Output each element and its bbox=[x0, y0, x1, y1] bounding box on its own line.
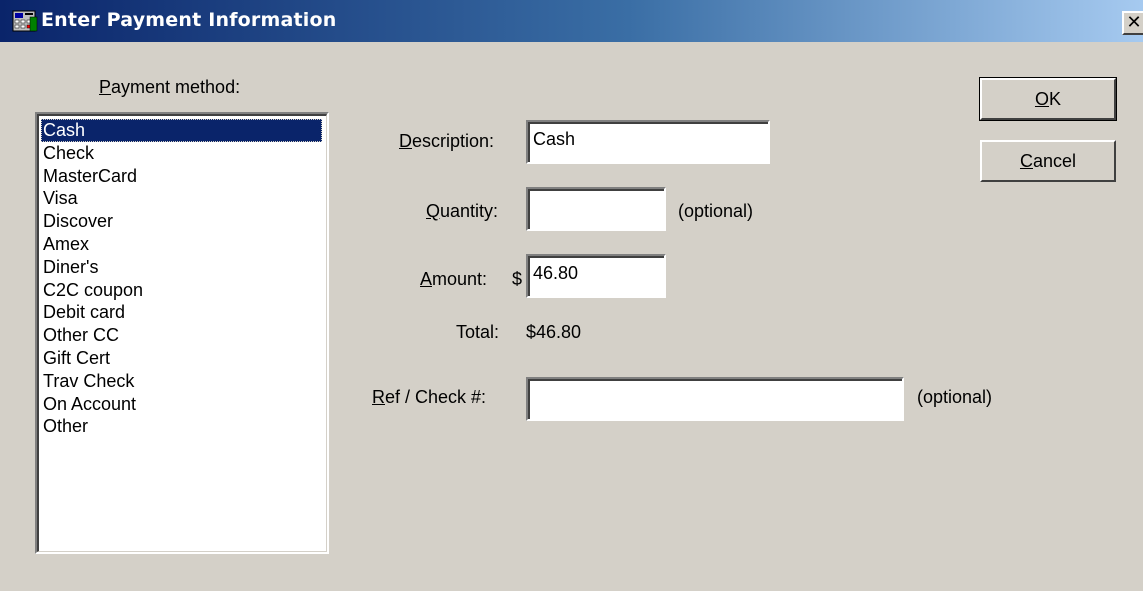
quantity-optional-hint: (optional) bbox=[678, 201, 754, 221]
register-app-icon bbox=[12, 10, 38, 32]
cancel-button-label: Cancel bbox=[982, 142, 1114, 180]
window-title: Enter Payment Information bbox=[41, 9, 337, 31]
description-value: Cash bbox=[528, 122, 768, 162]
payment-method-accel: P bbox=[99, 77, 112, 97]
description-label-text: escription: bbox=[412, 131, 495, 151]
ok-button[interactable]: OK bbox=[979, 77, 1117, 121]
list-item[interactable]: Visa bbox=[39, 187, 326, 210]
cancel-label-accel: C bbox=[1019, 151, 1033, 171]
list-item[interactable]: Other bbox=[39, 415, 326, 438]
description-accel: D bbox=[399, 131, 412, 151]
title-bar: Enter Payment Information ✕ bbox=[0, 0, 1143, 42]
ok-label-accel: O bbox=[1034, 89, 1049, 109]
list-item[interactable]: Diner's bbox=[39, 256, 326, 279]
quantity-field[interactable] bbox=[526, 187, 666, 231]
payment-method-label-text: ayment method: bbox=[111, 77, 241, 97]
list-item[interactable]: C2C coupon bbox=[39, 279, 326, 302]
quantity-label-text: uantity: bbox=[440, 201, 499, 221]
amount-currency: $ bbox=[512, 269, 523, 289]
payment-method-list[interactable]: Cash Check MasterCard Visa Discover Amex Diner… bbox=[35, 112, 329, 554]
list-item[interactable]: MasterCard bbox=[39, 165, 326, 188]
ok-button-label: OK bbox=[982, 80, 1114, 118]
amount-accel: A bbox=[420, 269, 433, 289]
list-item[interactable]: Debit card bbox=[39, 301, 326, 324]
close-button[interactable]: ✕ bbox=[1122, 11, 1143, 35]
total-value: $46.80 bbox=[526, 322, 582, 342]
amount-value: 46.80 bbox=[528, 256, 664, 296]
list-item[interactable]: Amex bbox=[39, 233, 326, 256]
ref-check-label: Ref / Check #: bbox=[372, 387, 486, 408]
list-item[interactable]: Other CC bbox=[39, 324, 326, 347]
payment-method-list-inner: Cash Check MasterCard Visa Discover Amex Diner… bbox=[37, 114, 327, 552]
ok-label-text: K bbox=[1049, 89, 1062, 109]
description-field[interactable]: Cash bbox=[526, 120, 770, 164]
ref-check-value bbox=[528, 379, 902, 419]
amount-label: Amount: bbox=[420, 269, 487, 290]
ref-check-label-text: ef / Check #: bbox=[385, 387, 487, 407]
description-label: Description: bbox=[399, 131, 494, 152]
quantity-value bbox=[528, 189, 664, 229]
list-item[interactable]: On Account bbox=[39, 393, 326, 416]
list-item[interactable]: Discover bbox=[39, 210, 326, 233]
list-item[interactable]: Trav Check bbox=[39, 370, 326, 393]
cancel-button[interactable]: Cancel bbox=[980, 140, 1116, 182]
ref-check-field[interactable] bbox=[526, 377, 904, 421]
payment-method-label: Payment method: bbox=[99, 77, 240, 98]
total-label: Total: bbox=[456, 322, 500, 342]
ref-optional-hint: (optional) bbox=[917, 387, 993, 407]
list-item[interactable]: Gift Cert bbox=[39, 347, 326, 370]
amount-label-text: mount: bbox=[432, 269, 488, 289]
amount-field[interactable]: 46.80 bbox=[526, 254, 666, 298]
ref-check-accel: R bbox=[372, 387, 385, 407]
list-item[interactable]: Cash bbox=[41, 119, 322, 142]
list-item[interactable]: Check bbox=[39, 142, 326, 165]
quantity-accel: Q bbox=[426, 201, 441, 221]
cancel-label-text: ancel bbox=[1032, 151, 1077, 171]
quantity-label: Quantity: bbox=[426, 201, 498, 222]
close-icon: ✕ bbox=[1126, 12, 1142, 33]
